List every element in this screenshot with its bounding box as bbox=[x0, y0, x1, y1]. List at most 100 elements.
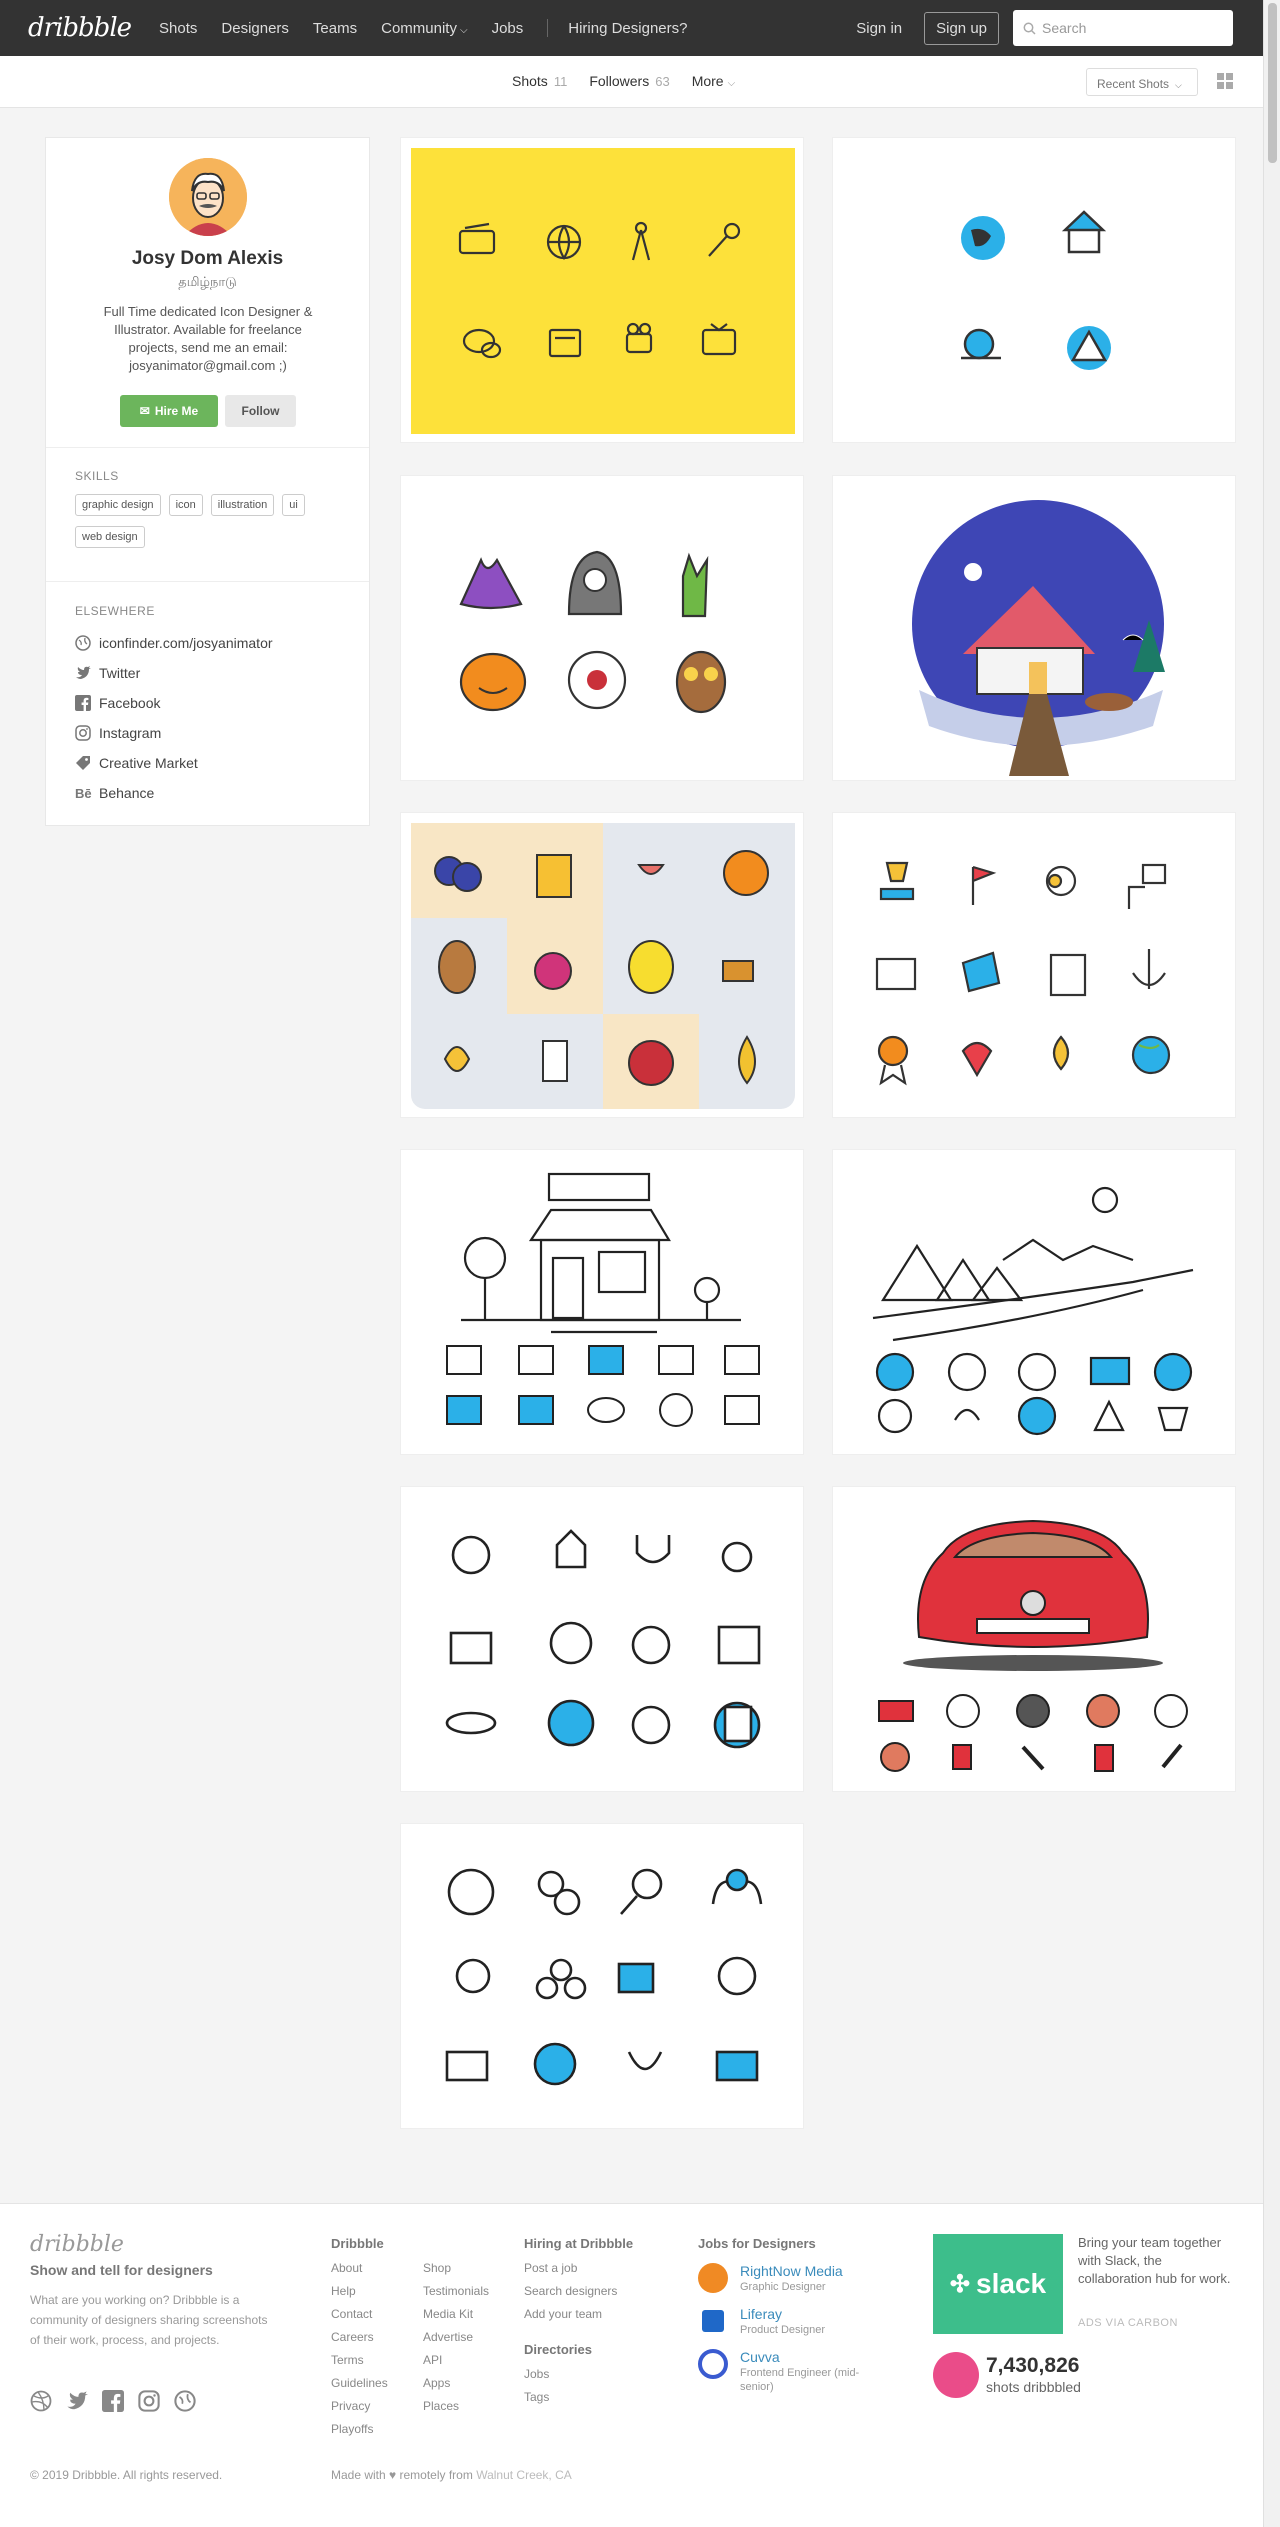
footer-link[interactable]: Media Kit bbox=[423, 2303, 489, 2326]
nav-divider bbox=[547, 19, 549, 37]
footer-link[interactable]: Terms bbox=[331, 2349, 423, 2372]
shot-media-icons[interactable] bbox=[400, 137, 804, 443]
ad-text[interactable]: Bring your team together with Slack, the… bbox=[1078, 2234, 1238, 2288]
link-twitter[interactable]: Twitter bbox=[75, 658, 273, 688]
footer-link[interactable]: Testimonials bbox=[423, 2280, 489, 2303]
footer-col-dribbble: Dribbble About Help Contact Careers Term… bbox=[331, 2232, 489, 2441]
footer-link[interactable]: Search designers bbox=[524, 2280, 633, 2303]
tab-shots[interactable]: Shots 11 bbox=[512, 73, 567, 89]
skill-tag[interactable]: ui bbox=[282, 494, 305, 516]
skills-heading: SKILLS bbox=[75, 469, 119, 483]
shot-landscape-line-illustration[interactable] bbox=[832, 1149, 1236, 1455]
tab-followers[interactable]: Followers 63 bbox=[589, 73, 669, 89]
job-company: Liferay bbox=[740, 2306, 783, 2322]
scrollbar[interactable] bbox=[1263, 0, 1280, 2527]
skill-tag[interactable]: illustration bbox=[210, 494, 275, 516]
avatar[interactable] bbox=[169, 158, 247, 236]
shot-winter-house-illustration[interactable] bbox=[832, 475, 1236, 781]
facebook-icon[interactable] bbox=[102, 2390, 124, 2412]
link-label: Facebook bbox=[99, 695, 161, 711]
footer-link[interactable]: Places bbox=[423, 2395, 489, 2418]
footer-link[interactable]: Contact bbox=[331, 2303, 423, 2326]
footer-link[interactable]: Advertise bbox=[423, 2326, 489, 2349]
tab-more-label: More bbox=[691, 73, 724, 89]
twitter-icon bbox=[76, 666, 91, 679]
link-label: Behance bbox=[99, 785, 155, 801]
footer-link[interactable]: Shop bbox=[423, 2257, 489, 2280]
link-creative-market[interactable]: Creative Market bbox=[75, 748, 273, 778]
nav-jobs[interactable]: Jobs bbox=[492, 20, 524, 37]
twitter-icon[interactable] bbox=[66, 2390, 88, 2412]
follow-button[interactable]: Follow bbox=[225, 395, 296, 427]
signin-link[interactable]: Sign in bbox=[856, 20, 902, 37]
footer-link[interactable]: Tags bbox=[524, 2386, 633, 2409]
shot-nature-icons[interactable] bbox=[832, 137, 1236, 443]
footer-link[interactable]: Apps bbox=[423, 2372, 489, 2395]
sort-dropdown[interactable]: Recent Shots ⌵ bbox=[1086, 68, 1198, 96]
instagram-icon[interactable] bbox=[138, 2390, 160, 2412]
dribbble-icon[interactable] bbox=[30, 2390, 52, 2412]
footer-heading: Dribbble bbox=[331, 2236, 384, 2251]
link-label: Creative Market bbox=[99, 755, 198, 771]
link-facebook[interactable]: Facebook bbox=[75, 688, 273, 718]
footer-tagline: Show and tell for designers bbox=[30, 2262, 213, 2278]
nav-designers[interactable]: Designers bbox=[221, 20, 289, 37]
footer-link[interactable]: Privacy bbox=[331, 2395, 423, 2418]
shot-finance-icons[interactable] bbox=[400, 1823, 804, 2129]
skill-tag[interactable]: web design bbox=[75, 526, 145, 548]
footer-link[interactable]: Help bbox=[331, 2280, 423, 2303]
job-listing[interactable]: Liferay Product Designer bbox=[698, 2306, 878, 2337]
footer-link[interactable]: Jobs bbox=[524, 2363, 633, 2386]
footer-link[interactable]: Playoffs bbox=[331, 2418, 423, 2441]
elsewhere-heading: ELSEWHERE bbox=[75, 604, 155, 618]
profile-card: Josy Dom Alexis தமிழ்நாடு Full Time dedi… bbox=[45, 137, 370, 826]
footer-link[interactable]: Careers bbox=[331, 2326, 423, 2349]
top-nav: dribbble Shots Designers Teams Community… bbox=[0, 0, 1263, 56]
tab-more[interactable]: More ⌵ bbox=[692, 73, 736, 89]
shot-food-icons[interactable] bbox=[400, 812, 804, 1118]
company-logo bbox=[698, 2349, 728, 2379]
ad-image[interactable]: ✣ slack bbox=[933, 2234, 1063, 2334]
dribbble-logo[interactable]: dribbble bbox=[28, 13, 132, 43]
job-listing[interactable]: Cuvva Frontend Engineer (mid-senior) bbox=[698, 2349, 878, 2394]
nav-hiring[interactable]: Hiring Designers? bbox=[568, 20, 687, 37]
ads-via-carbon[interactable]: ADS VIA CARBON bbox=[1078, 2317, 1178, 2329]
link-instagram[interactable]: Instagram bbox=[75, 718, 273, 748]
footer-link[interactable]: About bbox=[331, 2257, 423, 2280]
nav-shots[interactable]: Shots bbox=[159, 20, 197, 37]
shot-education-icons[interactable] bbox=[400, 1486, 804, 1792]
shot-car-illustration[interactable] bbox=[832, 1486, 1236, 1792]
tab-shots-count: 11 bbox=[553, 74, 568, 89]
made-place[interactable]: Walnut Creek, CA bbox=[476, 2468, 572, 2482]
footer-col-jobs: Jobs for Designers RightNow Media Graphic… bbox=[698, 2232, 878, 2406]
search-input[interactable]: Search bbox=[1013, 10, 1233, 46]
shot-business-icons[interactable] bbox=[832, 812, 1236, 1118]
footer-link[interactable]: Guidelines bbox=[331, 2372, 423, 2395]
shot-halloween-icons[interactable] bbox=[400, 475, 804, 781]
search-placeholder: Search bbox=[1042, 20, 1087, 36]
search-icon bbox=[1023, 22, 1036, 35]
tag-icon bbox=[76, 756, 90, 770]
footer-link[interactable]: Add your team bbox=[524, 2303, 633, 2326]
nav-community[interactable]: Community ⌵ bbox=[381, 20, 467, 37]
skill-tag[interactable]: icon bbox=[168, 494, 203, 516]
job-listing[interactable]: RightNow Media Graphic Designer bbox=[698, 2263, 878, 2294]
ad-brand: slack bbox=[976, 2268, 1047, 2299]
hire-me-button[interactable]: ✉ Hire Me bbox=[120, 395, 218, 427]
footer-link[interactable]: Post a job bbox=[524, 2257, 633, 2280]
scrollbar-thumb[interactable] bbox=[1268, 3, 1277, 163]
link-behance[interactable]: Bē Behance bbox=[75, 778, 273, 808]
link-website[interactable]: iconfinder.com/josyanimator bbox=[75, 628, 273, 658]
footer-link[interactable]: API bbox=[423, 2349, 489, 2372]
signup-button[interactable]: Sign up bbox=[924, 11, 999, 45]
link-label: iconfinder.com/josyanimator bbox=[99, 635, 273, 651]
globe-icon[interactable] bbox=[174, 2390, 196, 2412]
grid-view-icon[interactable] bbox=[1217, 73, 1233, 89]
shot-shop-line-illustration[interactable] bbox=[400, 1149, 804, 1455]
footer-heading: Hiring at Dribbble bbox=[524, 2236, 634, 2251]
profile-bio: Full Time dedicated Icon Designer & Illu… bbox=[103, 304, 313, 373]
footer-logo[interactable]: dribbble bbox=[30, 2232, 124, 2257]
footer-heading: Directories bbox=[524, 2342, 592, 2357]
skill-tag[interactable]: graphic design bbox=[75, 494, 161, 516]
nav-teams[interactable]: Teams bbox=[313, 20, 357, 37]
